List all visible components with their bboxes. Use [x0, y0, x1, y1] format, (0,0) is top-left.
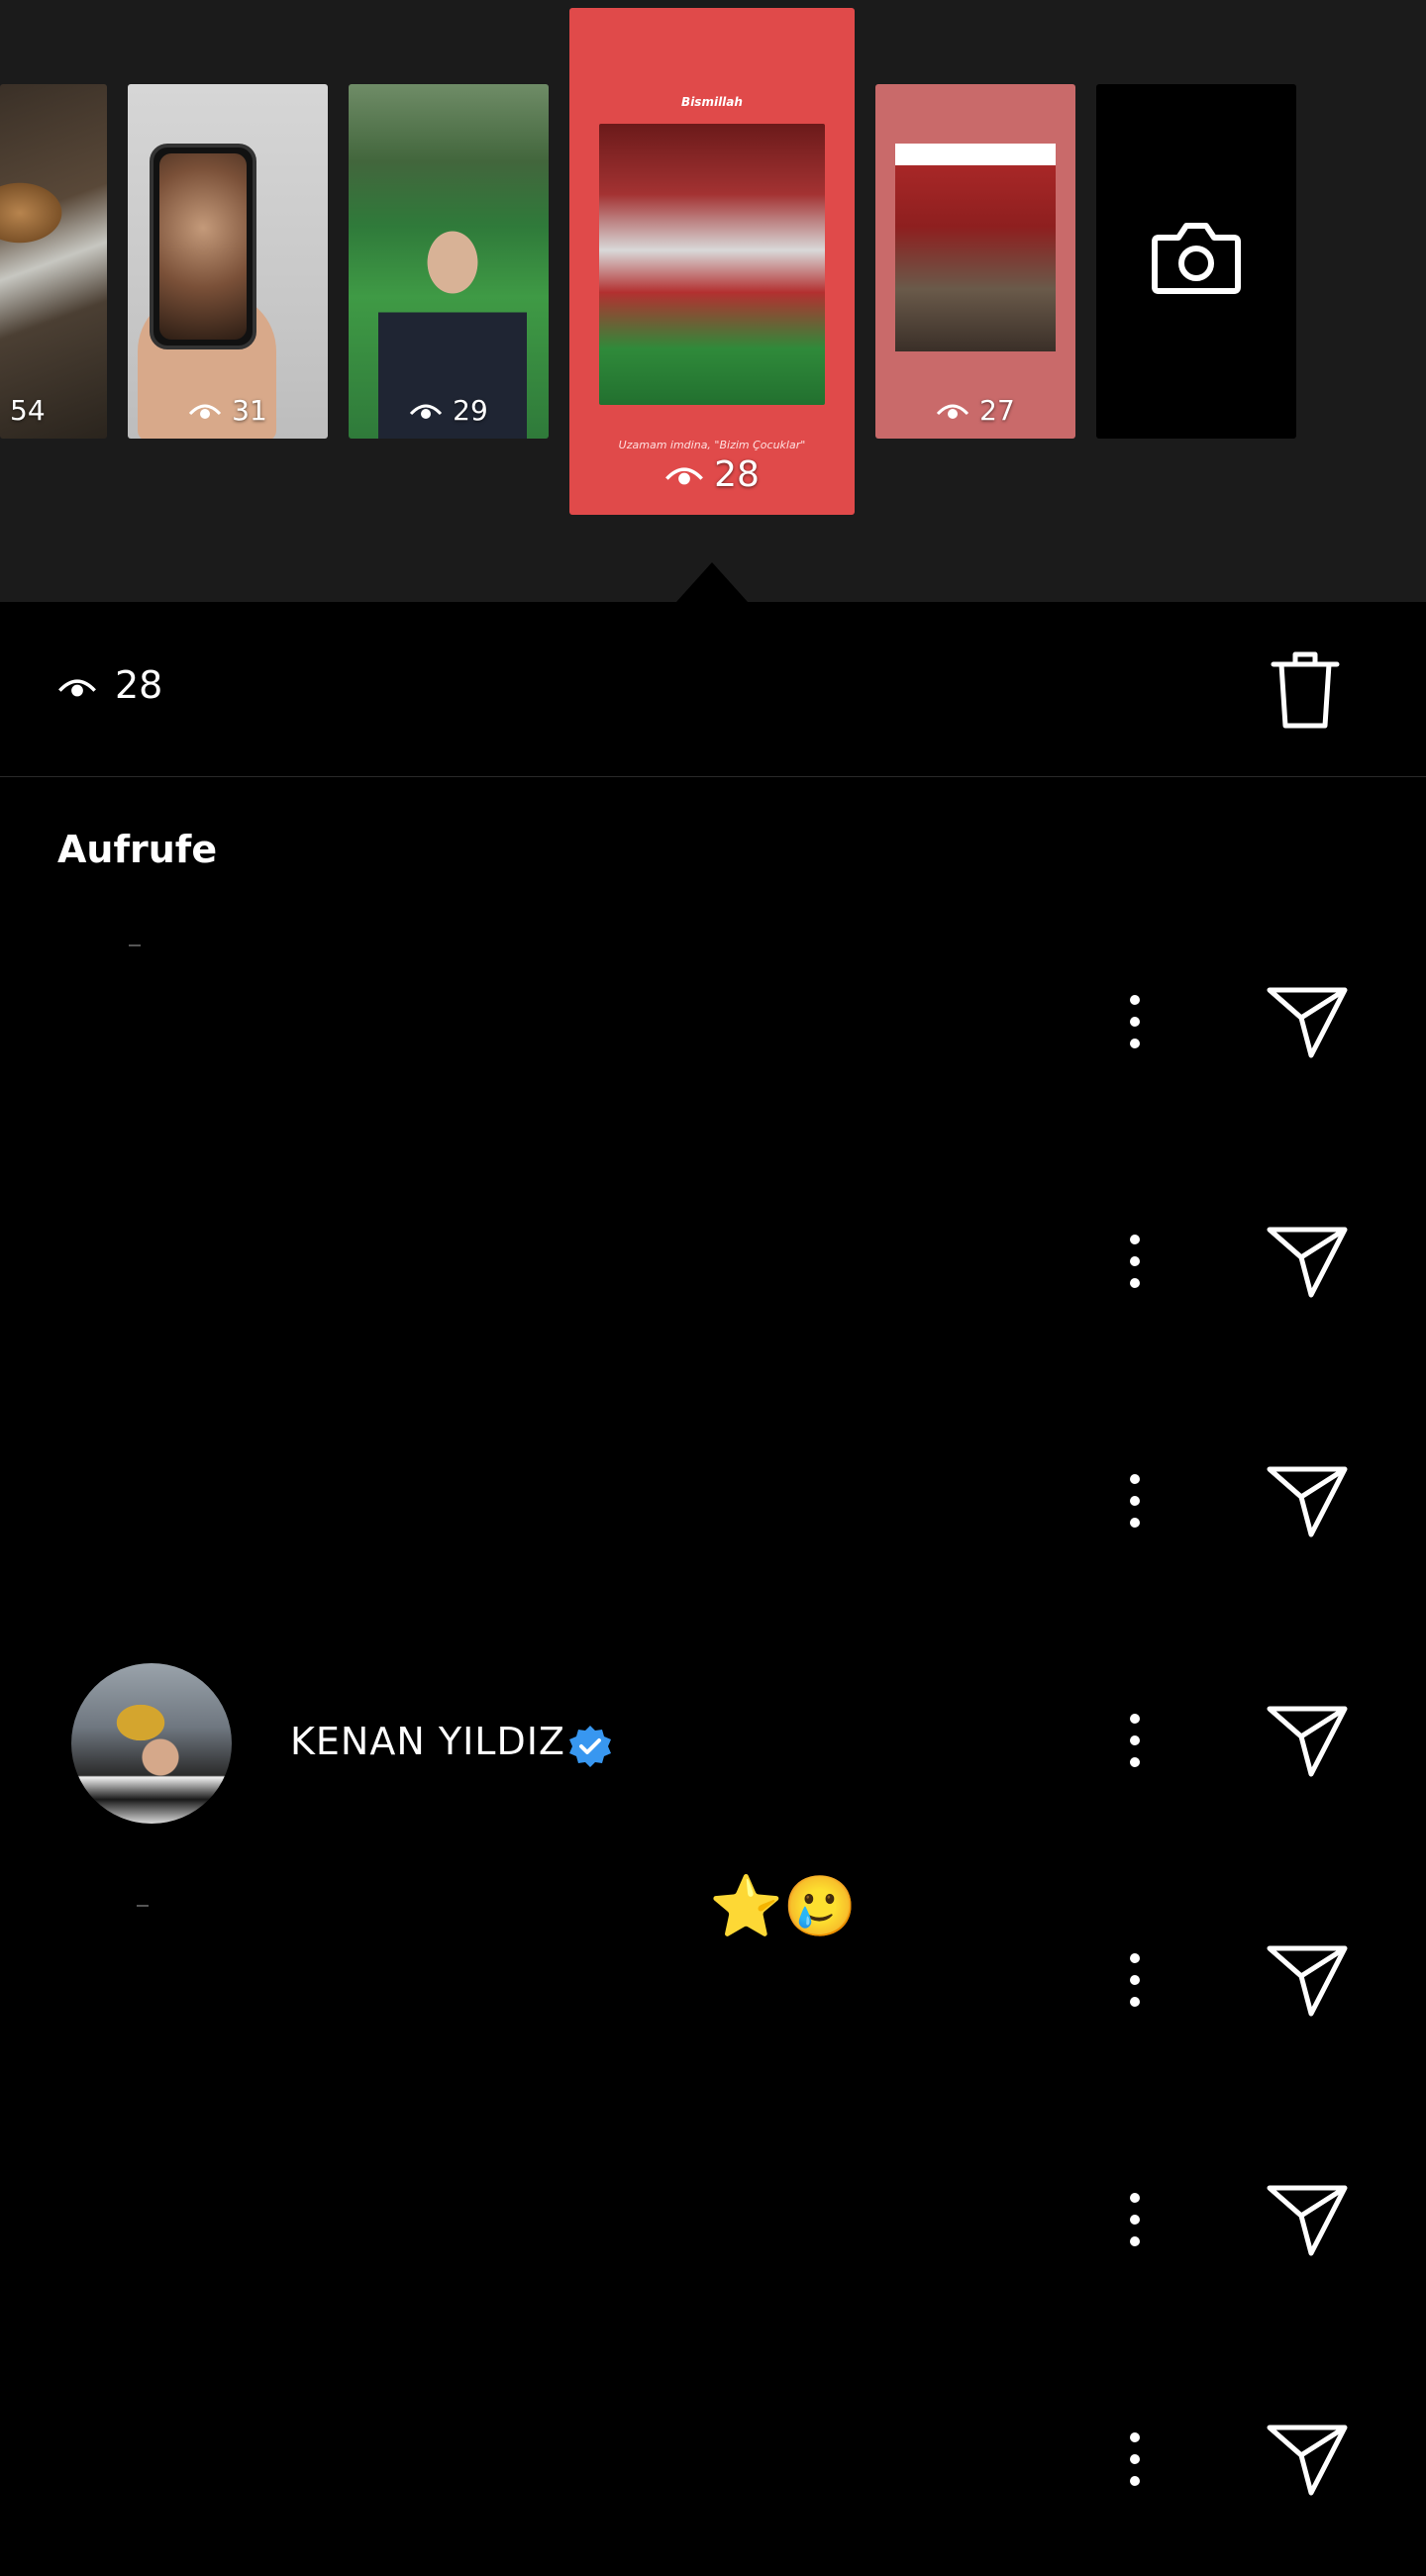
view-count-label: 28 — [714, 454, 760, 495]
send-icon[interactable] — [1266, 2182, 1349, 2257]
view-count: 29 — [349, 394, 549, 427]
verified-badge-icon — [569, 1726, 611, 1767]
send-icon[interactable] — [1266, 1463, 1349, 1538]
flag-photo-image — [895, 144, 1056, 351]
blank-username — [137, 1905, 149, 1907]
avatar[interactable] — [71, 1663, 232, 1824]
eye-icon — [409, 400, 443, 422]
send-icon[interactable] — [1266, 2422, 1349, 2497]
send-icon[interactable] — [1266, 984, 1349, 1059]
view-count-label: 29 — [453, 394, 488, 427]
send-icon[interactable] — [1266, 1703, 1349, 1778]
more-vertical-icon[interactable] — [1119, 2427, 1151, 2491]
more-vertical-icon[interactable] — [1119, 1948, 1151, 2012]
view-count-label: 27 — [979, 394, 1015, 427]
blank-username — [129, 944, 141, 946]
story-thumbnail-selected[interactable]: Bismillah Uzamam imdina, "Bizim Çocuklar… — [569, 8, 855, 515]
more-vertical-icon[interactable] — [1119, 990, 1151, 1053]
view-count-label: 31 — [232, 394, 267, 427]
team-celebration-image — [599, 124, 825, 405]
story-image — [0, 84, 107, 439]
story-stats-bar — [0, 602, 1426, 777]
view-count: 27 — [875, 394, 1075, 427]
story-thumbnail[interactable]: 31 — [128, 84, 328, 439]
more-vertical-icon[interactable] — [1119, 1709, 1151, 1772]
post-header — [895, 144, 1056, 165]
story-thumbnail[interactable]: 27 — [875, 84, 1075, 439]
send-icon[interactable] — [1266, 1942, 1349, 2018]
story-tray: 54 31 29 Bismillah Uzamam imdina, "Bizim… — [0, 0, 1426, 602]
camera-icon — [1152, 223, 1241, 294]
view-count-label: 54 — [10, 394, 46, 427]
viewer-username[interactable]: KENAN YILDIZ — [290, 1720, 565, 1763]
eye-icon — [57, 673, 97, 701]
trash-icon[interactable] — [1270, 648, 1341, 732]
story-title-text: Bismillah — [681, 95, 743, 109]
add-story-button[interactable] — [1096, 84, 1296, 439]
eye-icon — [188, 400, 222, 422]
eye-icon — [936, 400, 969, 422]
story-reaction-emoji: ⭐🥲 — [709, 1872, 858, 1941]
viewers-heading: Aufrufe — [57, 828, 218, 871]
viewer-row[interactable] — [0, 2336, 1426, 2576]
viewer-row[interactable] — [0, 899, 1426, 1139]
selection-pointer — [676, 562, 748, 602]
send-icon[interactable] — [1266, 1224, 1349, 1299]
viewer-row[interactable] — [0, 2097, 1426, 2336]
phone-image — [150, 144, 256, 349]
story-thumbnail[interactable]: 54 — [0, 84, 107, 439]
story-caption-text: Uzamam imdina, "Bizim Çocuklar" — [618, 439, 806, 451]
more-vertical-icon[interactable] — [1119, 1230, 1151, 1293]
eye-icon — [664, 462, 704, 488]
story-view-count: 28 — [115, 663, 163, 707]
story-thumbnail[interactable]: 29 — [349, 84, 549, 439]
view-count: 28 — [569, 454, 855, 495]
viewer-row[interactable] — [0, 1378, 1426, 1618]
view-count: 54 — [0, 394, 107, 427]
viewer-row[interactable] — [0, 1139, 1426, 1378]
more-vertical-icon[interactable] — [1119, 1469, 1151, 1533]
view-count: 31 — [128, 394, 328, 427]
more-vertical-icon[interactable] — [1119, 2188, 1151, 2251]
